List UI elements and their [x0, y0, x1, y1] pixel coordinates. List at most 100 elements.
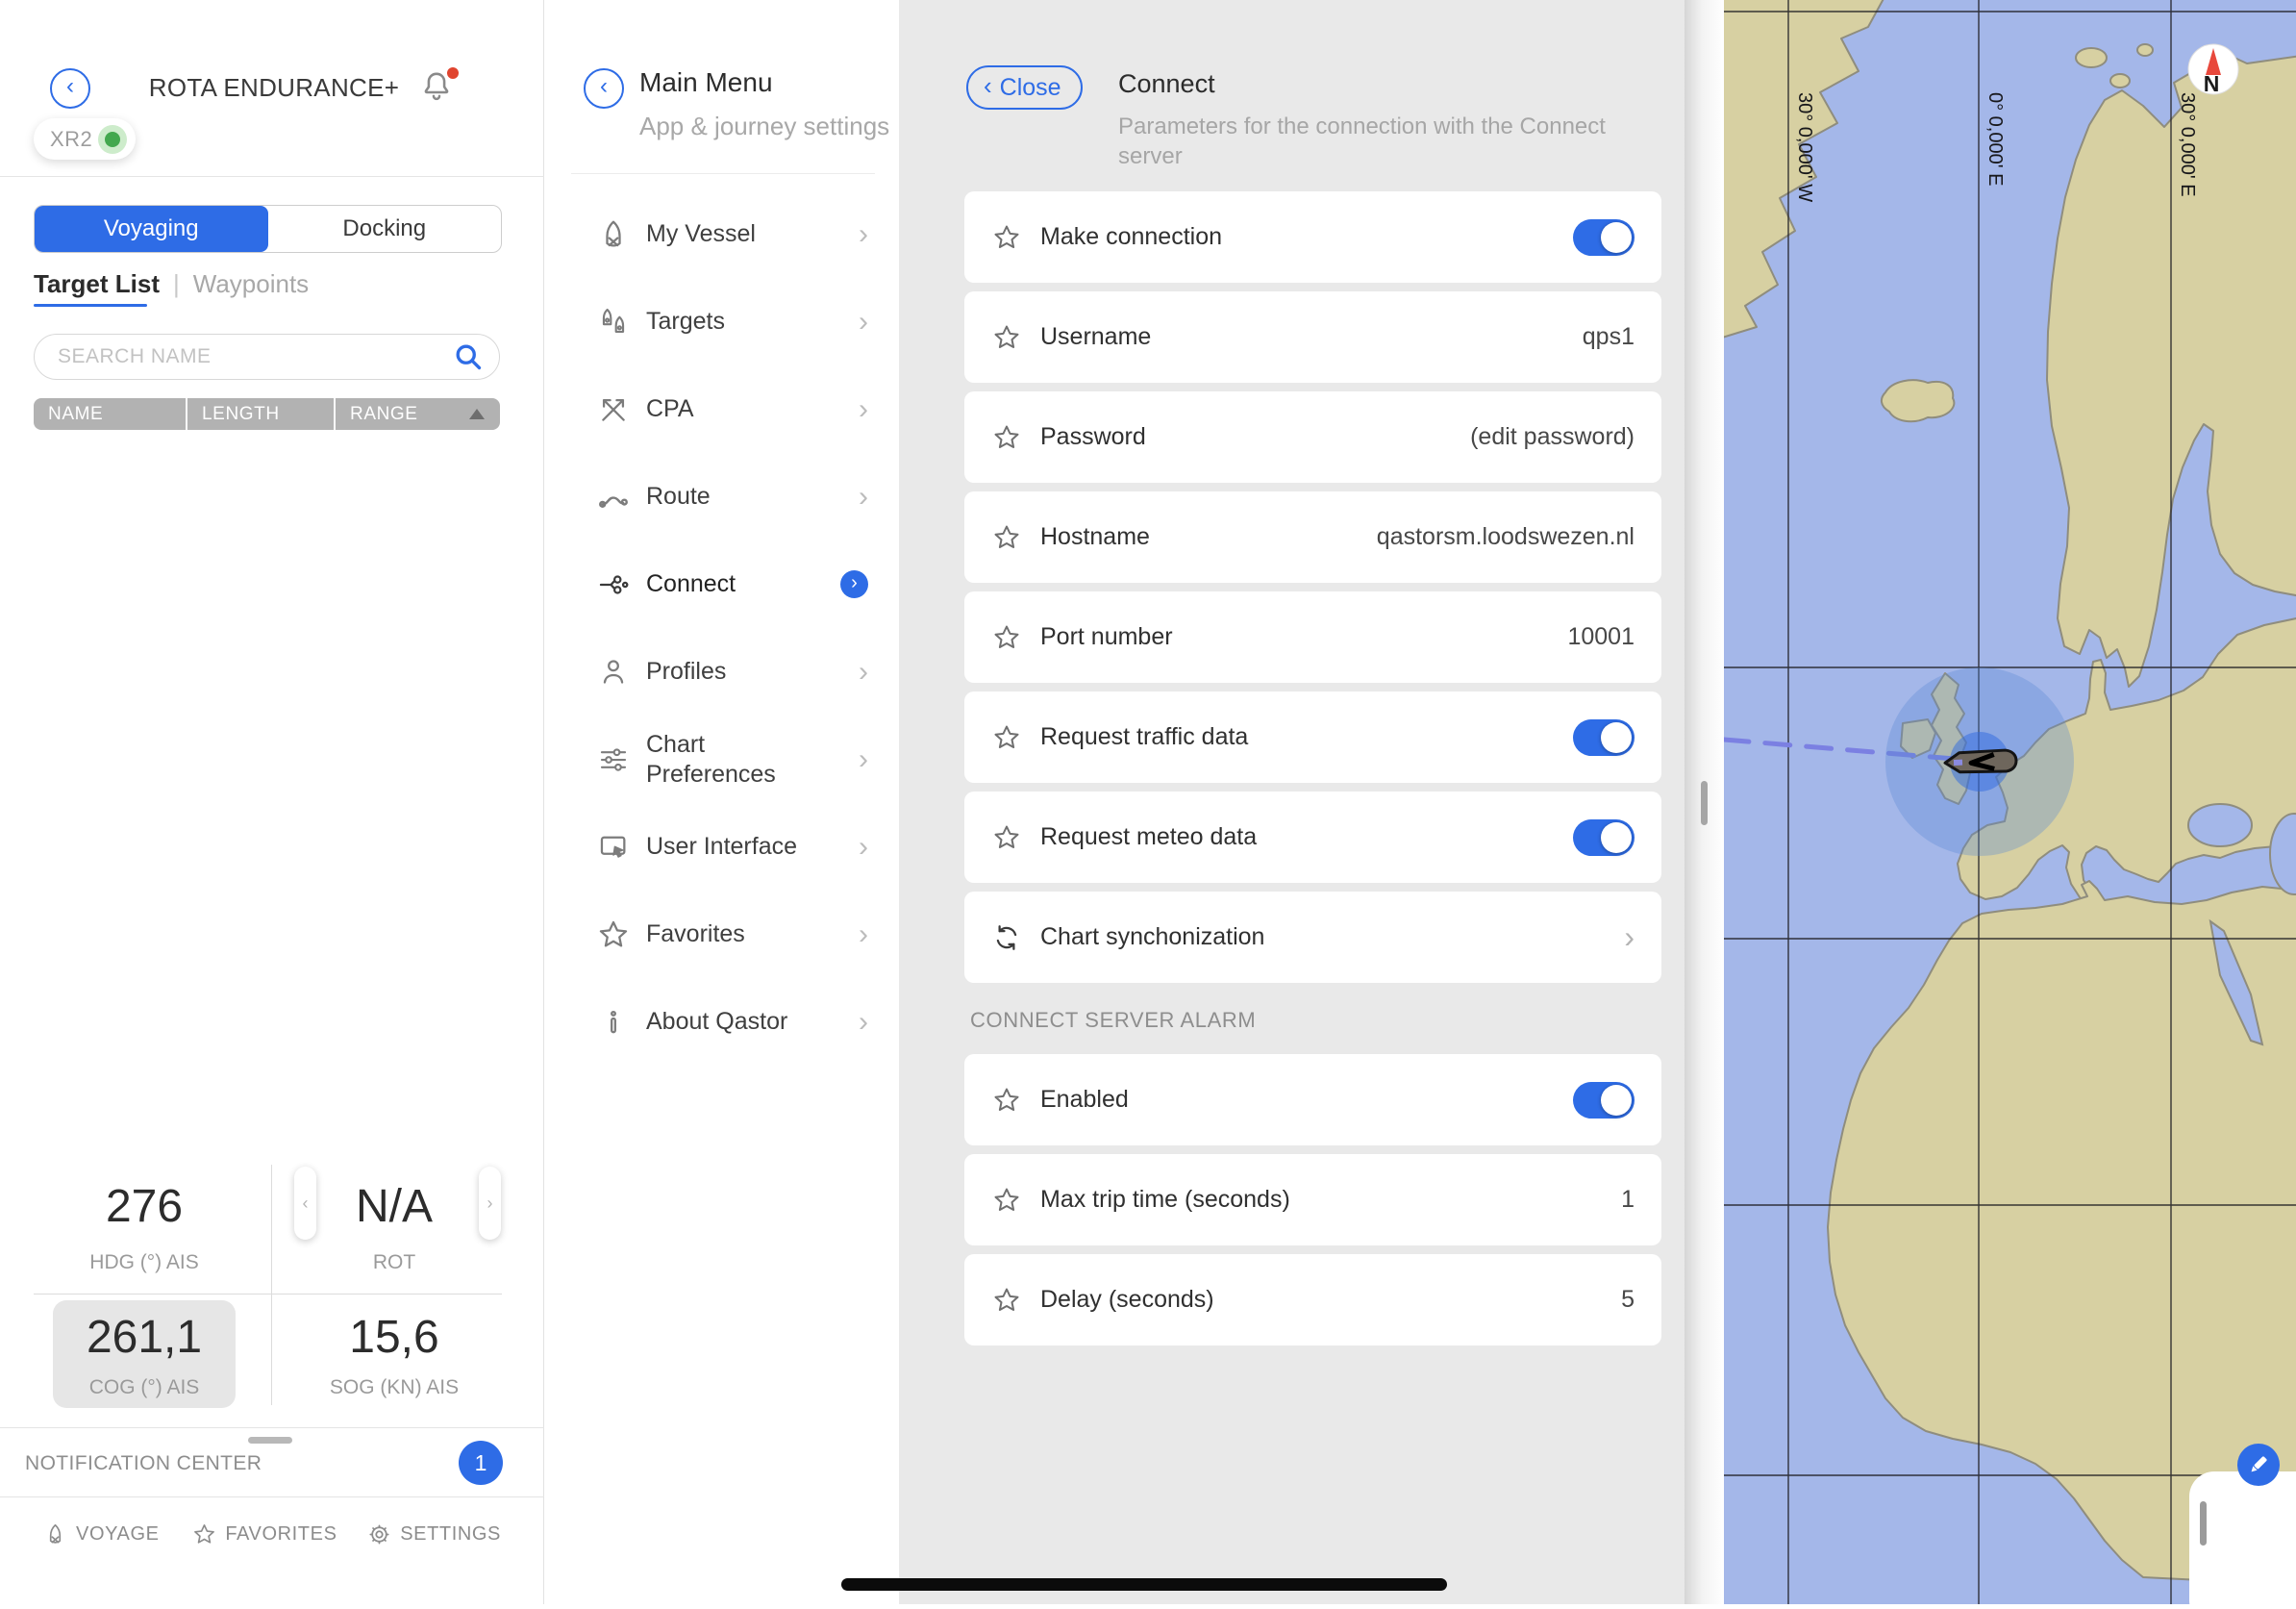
- menu-item-label: User Interface: [646, 832, 829, 862]
- map-svg[interactable]: 30° 0,000' W 0° 0,000' E 30° 0,000' E N: [1724, 0, 2296, 1604]
- star-icon[interactable]: [991, 623, 1022, 652]
- tab-favorites[interactable]: FAVORITES: [192, 1522, 337, 1546]
- pilot-badge-label: XR2: [50, 127, 92, 152]
- menu-item-my-vessel[interactable]: My Vessel: [544, 190, 899, 278]
- scrollbar[interactable]: [1701, 781, 1708, 825]
- setting-row-hostname[interactable]: Hostname qastorsm.loodswezen.nl: [964, 491, 1661, 583]
- menu-item-chart-preferences[interactable]: Chart Preferences: [544, 716, 899, 803]
- cpa-icon: [594, 393, 633, 426]
- notifications-bell-button[interactable]: [419, 69, 458, 108]
- chevron-right-icon: [859, 306, 868, 339]
- request-meteo-data-toggle[interactable]: [1573, 819, 1635, 856]
- menu-item-label: About Qastor: [646, 1007, 829, 1037]
- subtab-target-list[interactable]: Target List: [34, 269, 160, 299]
- setting-row-request-traffic-data: Request traffic data: [964, 691, 1661, 783]
- chart-map[interactable]: 30° 0,000' W 0° 0,000' E 30° 0,000' E N: [1724, 0, 2296, 1604]
- target-table-header: NAME LENGTH RANGE: [34, 398, 500, 430]
- menu-item-about-qastor[interactable]: About Qastor: [544, 978, 899, 1066]
- vessel-icon: [594, 218, 633, 251]
- star-icon[interactable]: [991, 823, 1022, 852]
- tab-voyaging[interactable]: Voyaging: [35, 206, 268, 252]
- nav-data-grid: 276 HDG (°) AIS ‹ N/A › ROT 261,1 COG (°…: [0, 1159, 544, 1411]
- setting-row-delay[interactable]: Delay (seconds) 5: [964, 1254, 1661, 1345]
- chevron-right-icon: [859, 831, 868, 864]
- hdg-label: HDG (°) AIS: [89, 1251, 198, 1274]
- land-svalbard: [2076, 48, 2107, 67]
- chevron-right-icon: [1624, 919, 1635, 955]
- tab-voyage[interactable]: VOYAGE: [43, 1522, 160, 1546]
- menu-subtitle: App & journey settings: [639, 112, 889, 141]
- port-number-value[interactable]: 10001: [1567, 623, 1635, 651]
- sort-ascending-icon: [469, 409, 485, 419]
- setting-label: Port number: [1040, 623, 1173, 651]
- home-indicator[interactable]: [841, 1578, 1447, 1591]
- menu-item-cpa[interactable]: CPA: [544, 365, 899, 453]
- menu-item-favorites[interactable]: Favorites: [544, 891, 899, 978]
- star-icon[interactable]: [991, 323, 1022, 352]
- delay-value[interactable]: 5: [1621, 1286, 1635, 1314]
- tab-settings-label: SETTINGS: [400, 1523, 501, 1546]
- page-title: Connect: [1118, 69, 1215, 99]
- close-button[interactable]: Close: [966, 65, 1083, 110]
- connect-settings-panel: Close Connect Parameters for the connect…: [899, 0, 1685, 1604]
- star-icon[interactable]: [991, 523, 1022, 552]
- star-icon[interactable]: [991, 1286, 1022, 1315]
- notification-dot: [447, 67, 459, 79]
- username-value[interactable]: qps1: [1583, 323, 1635, 351]
- search-icon[interactable]: [453, 341, 484, 372]
- star-icon[interactable]: [991, 723, 1022, 752]
- setting-row-chart-synchronization[interactable]: Chart synchonization: [964, 892, 1661, 983]
- setting-row-max-trip-time[interactable]: Max trip time (seconds) 1: [964, 1154, 1661, 1245]
- request-traffic-data-toggle[interactable]: [1573, 719, 1635, 756]
- rot-prev-button[interactable]: ‹: [294, 1167, 316, 1240]
- notification-drag-handle[interactable]: [248, 1437, 292, 1444]
- chevron-right-icon: [859, 918, 868, 951]
- star-icon[interactable]: [991, 1086, 1022, 1115]
- setting-label: Chart synchonization: [1040, 923, 1264, 951]
- menu-item-connect[interactable]: Connect: [544, 541, 899, 628]
- column-header-name[interactable]: NAME: [34, 404, 186, 425]
- route-icon: [594, 481, 633, 514]
- setting-label: Max trip time (seconds): [1040, 1186, 1290, 1214]
- setting-label: Request meteo data: [1040, 823, 1257, 851]
- menu-item-user-interface[interactable]: User Interface: [544, 803, 899, 891]
- star-icon[interactable]: [991, 423, 1022, 452]
- column-header-range[interactable]: RANGE: [336, 404, 500, 425]
- tab-docking[interactable]: Docking: [268, 206, 502, 252]
- notification-count-badge: 1: [459, 1441, 503, 1485]
- menu-item-label: My Vessel: [646, 219, 829, 249]
- target-search: [34, 334, 500, 380]
- column-header-length[interactable]: LENGTH: [187, 404, 334, 425]
- sog-label: SOG (KN) AIS: [330, 1376, 459, 1399]
- pilot-badge[interactable]: XR2: [34, 118, 136, 160]
- menu-item-profiles[interactable]: Profiles: [544, 628, 899, 716]
- max-trip-time-value[interactable]: 1: [1621, 1186, 1635, 1214]
- setting-row-password[interactable]: Password (edit password): [964, 391, 1661, 483]
- menu-item-route[interactable]: Route: [544, 453, 899, 541]
- setting-row-make-connection: Make connection: [964, 191, 1661, 283]
- tab-settings[interactable]: SETTINGS: [367, 1522, 501, 1546]
- subtab-waypoints[interactable]: Waypoints: [193, 269, 309, 299]
- menu-list: My Vessel Targets CPA Route Connect: [544, 190, 899, 1066]
- password-value[interactable]: (edit password): [1470, 423, 1635, 451]
- rot-next-button[interactable]: ›: [479, 1167, 501, 1240]
- setting-label: Make connection: [1040, 223, 1222, 251]
- setting-row-port-number[interactable]: Port number 10001: [964, 591, 1661, 683]
- chevron-left-icon: [66, 77, 74, 100]
- notification-center-label[interactable]: NOTIFICATION CENTER: [25, 1452, 262, 1475]
- star-icon[interactable]: [991, 1186, 1022, 1215]
- active-chevron-icon: [840, 570, 868, 598]
- menu-item-targets[interactable]: Targets: [544, 278, 899, 365]
- voyage-panel: ROTA ENDURANCE+ XR2 Voyaging Docking Tar…: [0, 0, 544, 1604]
- alarm-enabled-toggle[interactable]: [1573, 1082, 1635, 1119]
- search-input[interactable]: [58, 345, 453, 368]
- divider: [34, 1294, 502, 1295]
- setting-row-username[interactable]: Username qps1: [964, 291, 1661, 383]
- back-button[interactable]: [50, 68, 90, 109]
- make-connection-toggle[interactable]: [1573, 219, 1635, 256]
- star-icon[interactable]: [991, 223, 1022, 252]
- tool-panel-scrollbar[interactable]: [2200, 1501, 2207, 1546]
- refresh-icon: [991, 923, 1022, 952]
- hostname-value[interactable]: qastorsm.loodswezen.nl: [1377, 523, 1635, 551]
- menu-back-button[interactable]: [584, 68, 624, 109]
